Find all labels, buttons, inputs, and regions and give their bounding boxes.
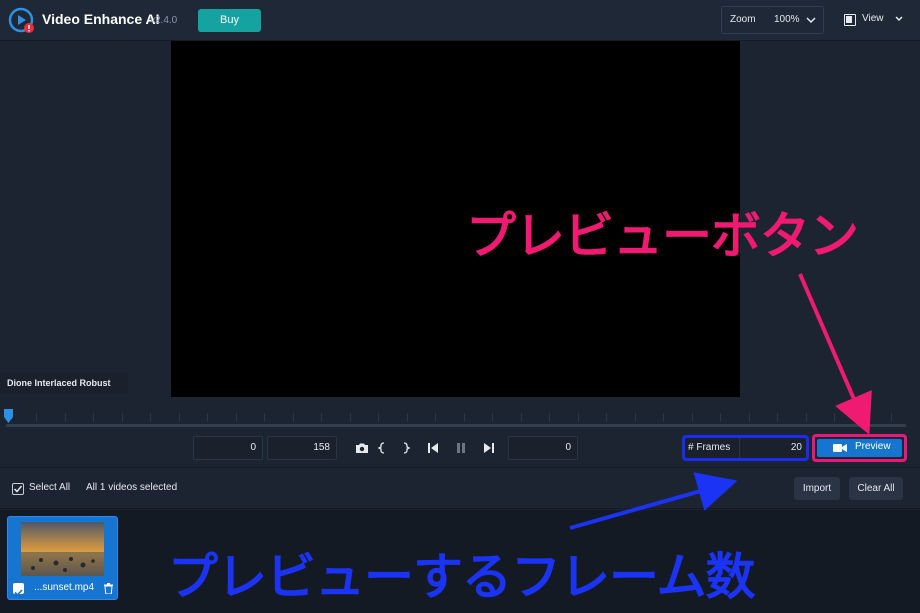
timeline-tick — [549, 413, 550, 422]
zoom-label: Zoom — [730, 14, 756, 25]
timeline-tick — [720, 413, 721, 422]
title-bar: Video Enhance AI v2.4.0 Buy Zoom 100% Vi… — [0, 0, 920, 41]
app-title: Video Enhance AI — [42, 11, 160, 27]
app-logo-icon — [8, 7, 34, 33]
app-version: v2.4.0 — [150, 15, 178, 26]
view-dropdown[interactable]: View — [836, 6, 914, 34]
timeline-tick — [264, 413, 265, 422]
end-frame-field[interactable]: 158 — [267, 436, 337, 460]
set-in-point-icon[interactable] — [376, 441, 390, 455]
buy-button[interactable]: Buy — [198, 9, 261, 32]
playback-controls: 0 158 0 # Frames 20 Preview — [0, 431, 920, 468]
camera-icon[interactable] — [355, 441, 369, 455]
step-forward-icon[interactable] — [482, 441, 496, 455]
annotation-frames-count: プレビューするフレーム数 — [168, 548, 755, 606]
start-frame-field[interactable]: 0 — [193, 436, 263, 460]
video-thumbnail — [21, 522, 104, 576]
set-out-point-icon[interactable] — [398, 441, 412, 455]
split-view-icon — [844, 14, 856, 26]
frames-divider — [739, 438, 740, 458]
zoom-dropdown[interactable]: Zoom 100% — [721, 6, 824, 34]
timeline-tick — [691, 413, 693, 422]
timeline[interactable] — [0, 399, 920, 431]
timeline-tick — [349, 413, 351, 422]
checkmark-icon — [14, 589, 23, 597]
timeline-tick — [93, 413, 94, 422]
select-all-checkbox[interactable] — [12, 483, 24, 495]
step-back-icon[interactable] — [426, 441, 440, 455]
timeline-tick — [577, 413, 579, 422]
timeline-tick — [378, 413, 379, 422]
timeline-tick — [834, 413, 835, 422]
frames-count-field[interactable]: # Frames 20 — [682, 435, 809, 461]
timeline-tick — [178, 413, 180, 422]
timeline-tick — [492, 413, 493, 422]
playhead-handle[interactable] — [3, 408, 14, 424]
timeline-tick — [121, 413, 123, 422]
frames-label: # Frames — [688, 442, 731, 453]
timeline-tick — [435, 413, 436, 422]
timeline-tick — [777, 413, 778, 422]
pause-icon[interactable] — [454, 441, 468, 455]
video-filename: ...sunset.mp4 — [34, 582, 95, 593]
preview-button[interactable]: Preview — [812, 434, 907, 462]
checkmark-icon — [13, 485, 23, 493]
video-camera-icon — [833, 444, 847, 452]
select-all-label[interactable]: Select All — [29, 482, 70, 493]
timeline-tick — [520, 413, 522, 422]
video-item[interactable]: ...sunset.mp4 — [7, 516, 118, 600]
import-button[interactable]: Import — [794, 477, 840, 500]
timeline-tick — [292, 413, 294, 422]
video-checkbox[interactable] — [13, 583, 24, 597]
timeline-tick — [64, 413, 66, 422]
frames-value[interactable]: 20 — [791, 442, 802, 453]
chevron-down-icon — [895, 16, 903, 22]
timeline-track[interactable] — [6, 424, 906, 427]
timeline-tick — [862, 413, 864, 422]
current-frame-field[interactable]: 0 — [508, 436, 578, 460]
zoom-value: 100% — [774, 14, 800, 25]
timeline-tick — [634, 413, 636, 422]
timeline-tick — [606, 413, 607, 422]
timeline-tick — [36, 413, 37, 422]
timeline-tick — [748, 413, 750, 422]
timeline-tick — [406, 413, 408, 422]
timeline-tick — [891, 413, 892, 422]
view-label: View — [862, 13, 884, 24]
trash-icon[interactable] — [104, 583, 113, 594]
timeline-tick — [321, 413, 322, 422]
preview-button-label: Preview — [855, 441, 891, 452]
timeline-tick — [235, 413, 237, 422]
selection-bar: Select All All 1 videos selected Import … — [0, 469, 920, 509]
timeline-tick — [150, 413, 151, 422]
app-window: Video Enhance AI v2.4.0 Buy Zoom 100% Vi… — [0, 0, 920, 613]
chevron-down-icon — [806, 17, 816, 24]
clear-all-button[interactable]: Clear All — [849, 477, 903, 500]
timeline-tick — [207, 413, 208, 422]
model-label: Dione Interlaced Robust — [0, 373, 128, 393]
timeline-tick — [805, 413, 807, 422]
selected-count: All 1 videos selected — [86, 482, 178, 493]
timeline-tick — [463, 413, 465, 422]
annotation-preview-button: プレビューボタン — [466, 207, 859, 265]
preview-button-fill[interactable]: Preview — [817, 439, 902, 457]
timeline-tick — [663, 413, 664, 422]
